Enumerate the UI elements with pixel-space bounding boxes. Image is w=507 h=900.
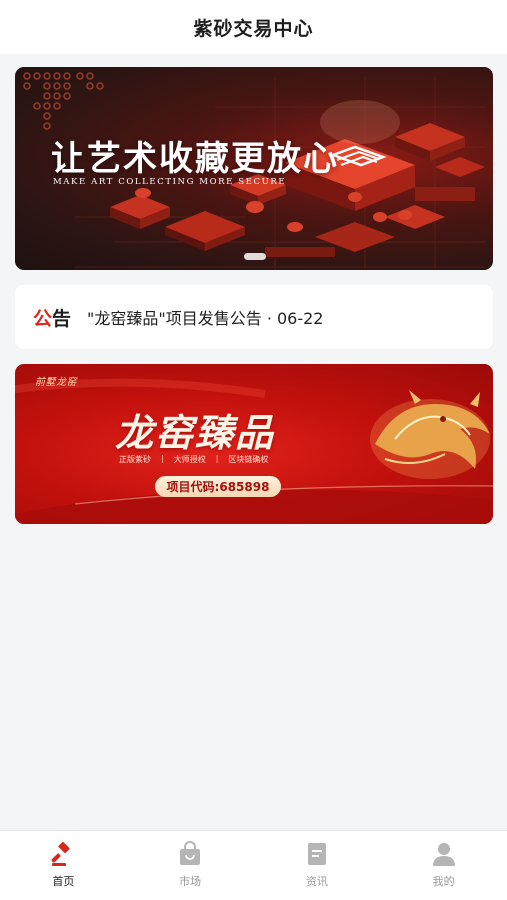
tab-label: 我的 [432, 875, 455, 888]
carousel-indicator[interactable] [244, 253, 266, 260]
tag-separator: | [215, 454, 219, 463]
promo-tag: 区块链确权 [228, 455, 269, 464]
tab-label: 首页 [52, 875, 75, 888]
notice-text[interactable]: "龙窑臻品"项目发售公告 · 06-22 [87, 305, 323, 329]
project-code-badge: 项目代码:685898 [155, 476, 281, 497]
user-icon [432, 843, 455, 866]
promo-tags: 正版紫砂 | 大师授权 | 区块链确权 [119, 454, 268, 465]
tab-market[interactable]: 市场 [127, 831, 254, 900]
notice-label: 公告 [33, 304, 71, 331]
bottom-tab-bar: 首页 市场 资讯 我的 [0, 830, 507, 900]
tab-label: 资讯 [305, 875, 328, 888]
promo-banner[interactable]: 前墅龙窑 龙窑臻品 正版紫砂 | 大师授权 | 区块链确权 项目代码:68589… [15, 364, 493, 524]
shopping-bag-icon [180, 841, 201, 865]
tab-home[interactable]: 首页 [0, 831, 127, 900]
notice-label-text: 公告 [33, 307, 72, 330]
promo-tag: 大师授权 [173, 455, 206, 464]
dot-pattern [23, 72, 104, 130]
dragon-ornament [370, 390, 490, 479]
tab-news[interactable]: 资讯 [254, 831, 381, 900]
gavel-icon [51, 841, 70, 866]
promo-logo: 前墅龙窑 [35, 377, 77, 388]
hero-banner[interactable]: 让艺术收藏更放心 MAKE ART COLLECTING MORE SECURE [15, 67, 493, 270]
tab-profile[interactable]: 我的 [380, 831, 507, 900]
hero-subline: MAKE ART COLLECTING MORE SECURE [53, 177, 287, 187]
document-icon [307, 843, 326, 865]
page-title: 紫砂交易中心 [193, 17, 314, 40]
hero-headline: 让艺术收藏更放心 [51, 139, 339, 179]
promo-title: 龙窑臻品 [115, 410, 276, 455]
notice-bar[interactable]: 公告 "龙窑臻品"项目发售公告 · 06-22 [15, 285, 493, 349]
top-header: 紫砂交易中心 [0, 0, 507, 54]
promo-tag: 正版紫砂 [119, 455, 151, 464]
tab-label: 市场 [179, 875, 202, 888]
tag-separator: | [161, 454, 164, 463]
